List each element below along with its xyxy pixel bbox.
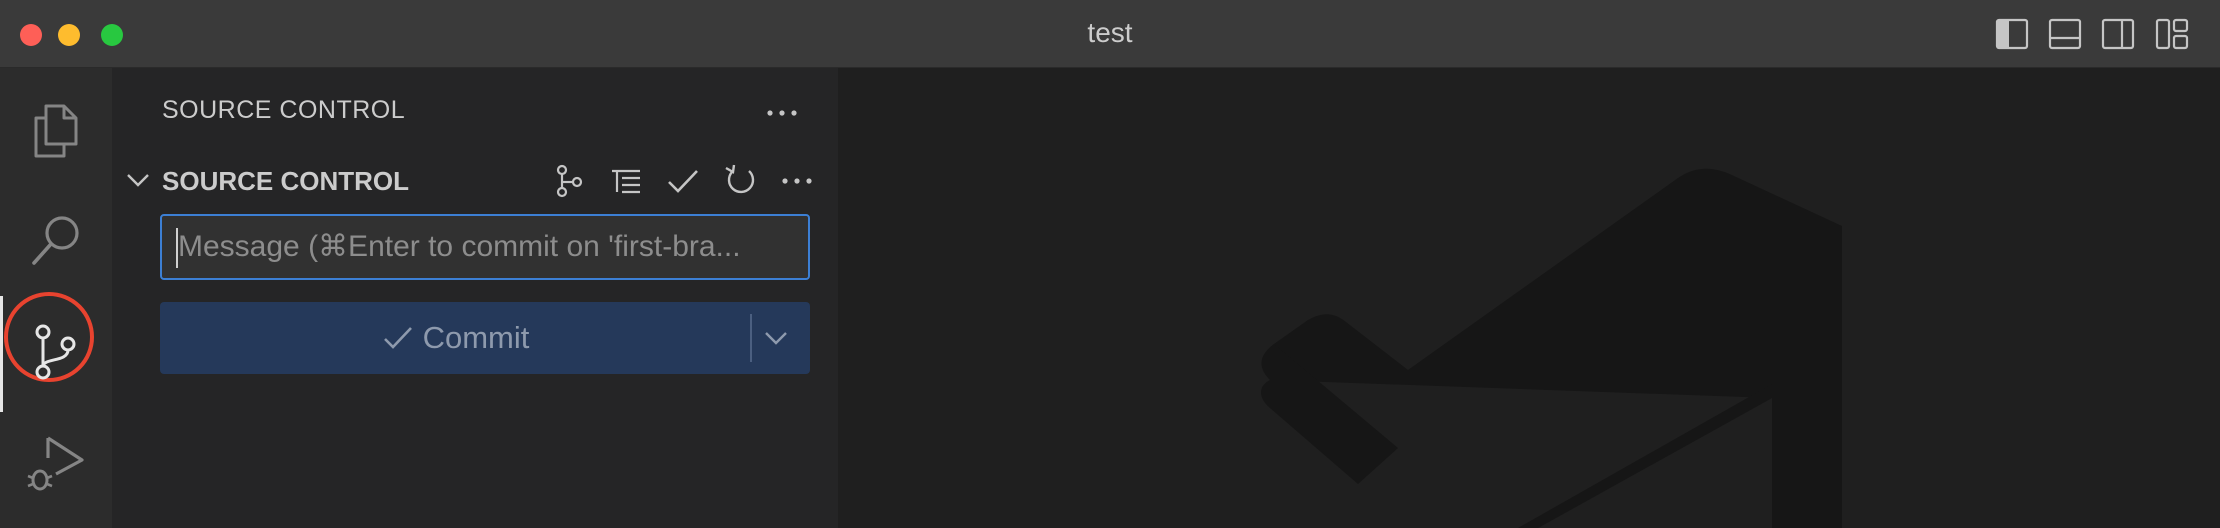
commit-button-label: Commit — [422, 320, 530, 355]
commit-message-input[interactable] — [160, 214, 810, 280]
commit-button-divider — [750, 314, 752, 362]
view-graph-icon — [556, 164, 583, 198]
activity-search[interactable] — [0, 186, 112, 298]
activity-run-and-debug[interactable] — [0, 406, 112, 518]
section-title: SOURCE CONTROL — [162, 166, 409, 196]
commit-options-dropdown[interactable] — [756, 320, 796, 356]
refresh-button[interactable] — [722, 162, 760, 200]
check-icon — [383, 327, 412, 349]
toggle-secondary-sidebar-button[interactable] — [2099, 15, 2137, 53]
activity-bar — [0, 68, 112, 528]
commit-check-icon — [668, 170, 698, 193]
toggle-primary-sidebar-button[interactable] — [1993, 15, 2031, 53]
toggle-panel-button[interactable] — [2046, 15, 2084, 53]
commit-button[interactable]: Commit — [160, 302, 750, 374]
commit-button-group: Commit — [160, 302, 810, 374]
view-as-tree-icon — [612, 169, 640, 194]
activity-explorer[interactable] — [0, 76, 112, 188]
chevron-down-icon — [127, 174, 149, 187]
view-graph-button[interactable] — [550, 162, 588, 200]
toggle-panel-icon — [2048, 18, 2082, 50]
sidebar-more-actions-button[interactable] — [762, 98, 802, 128]
source-control-icon — [35, 324, 76, 380]
source-control-section-header[interactable]: SOURCE CONTROL — [112, 158, 838, 204]
customize-layout-icon — [2155, 18, 2189, 50]
section-more-actions-button[interactable] — [778, 162, 816, 200]
view-as-tree-button[interactable] — [608, 162, 646, 200]
activity-source-control[interactable] — [0, 292, 112, 412]
refresh-icon — [725, 164, 755, 194]
more-actions-icon — [767, 110, 797, 116]
editor-area — [838, 68, 2220, 528]
window-title: test — [1087, 17, 1133, 48]
commit-check-button[interactable] — [664, 162, 702, 200]
explorer-files-icon — [34, 104, 78, 158]
vscode-logo-watermark-icon — [1261, 168, 1842, 528]
more-actions-icon — [782, 178, 812, 184]
sidebar-title: SOURCE CONTROL — [162, 96, 406, 124]
run-and-debug-icon — [27, 436, 84, 491]
title-bar: test — [0, 0, 2220, 68]
customize-layout-button[interactable] — [2153, 15, 2191, 53]
text-cursor — [176, 228, 178, 268]
chevron-down-icon — [765, 332, 787, 345]
search-icon — [32, 216, 79, 265]
toggle-primary-sidebar-icon — [1995, 18, 2029, 50]
sidebar: SOURCE CONTROL SOURCE CONTROL Message (⌘… — [112, 68, 838, 528]
active-indicator — [0, 296, 3, 412]
toggle-secondary-sidebar-icon — [2101, 18, 2135, 50]
